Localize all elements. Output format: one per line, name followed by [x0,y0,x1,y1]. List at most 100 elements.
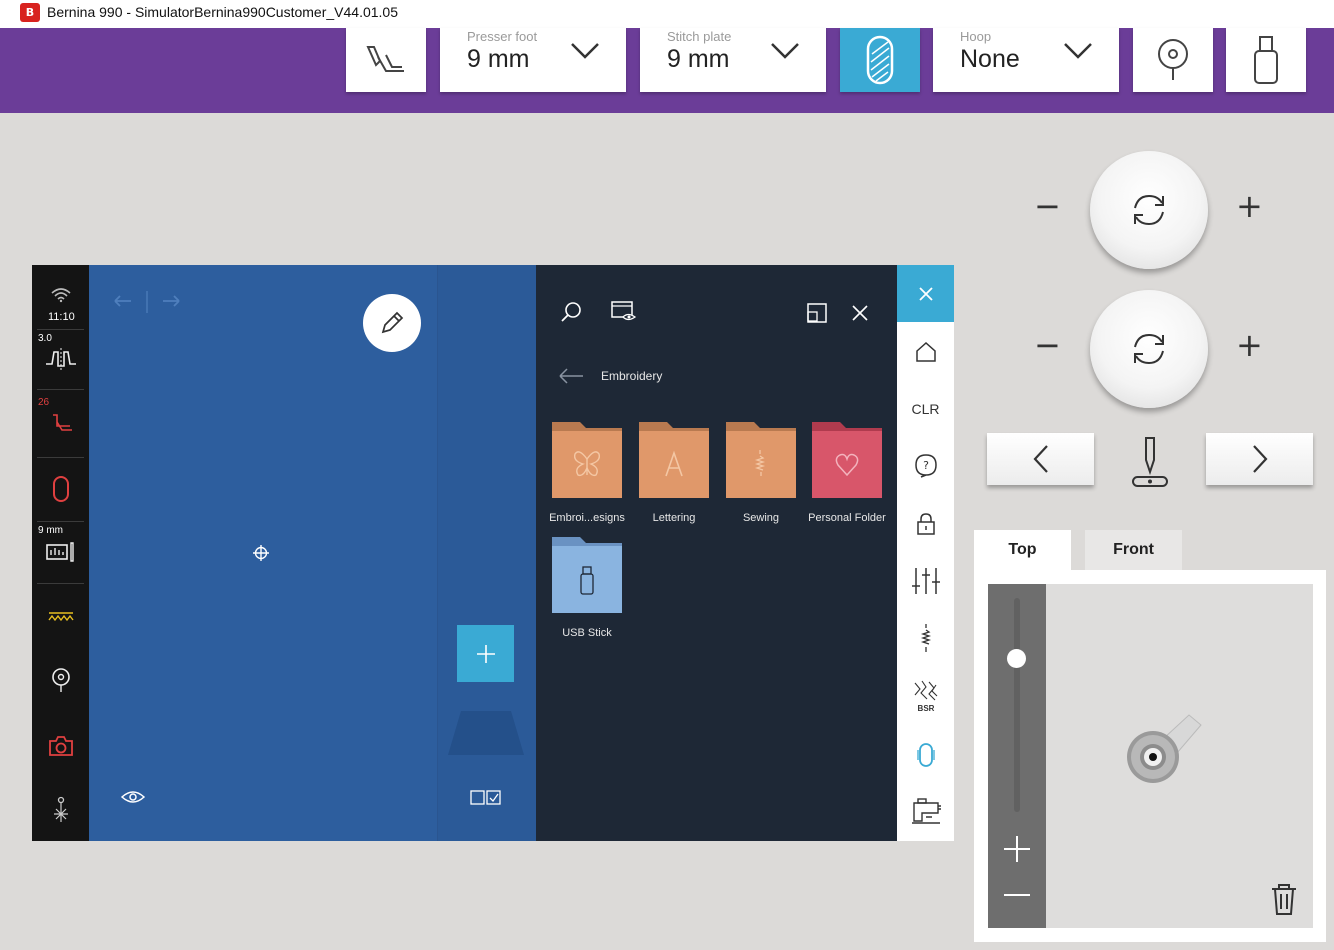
plus-icon[interactable]: + [1236,187,1263,225]
plus-icon[interactable]: + [1236,326,1263,364]
stitch-width-knob[interactable] [1090,151,1208,269]
camera-icon[interactable] [32,731,89,761]
search-icon[interactable] [561,301,583,323]
folder-label: Personal Folder [808,512,886,524]
divider [37,583,84,584]
usb-button[interactable] [1226,28,1306,92]
preview-window-icon[interactable] [611,301,637,323]
folder-label: USB Stick [562,627,612,639]
divider [37,457,84,458]
presser-foot-caption: Presser foot [467,29,538,44]
wifi-icon [32,285,89,305]
minus-icon[interactable]: − [1034,187,1061,225]
folder-usb-stick[interactable]: USB Stick [550,535,624,639]
folder-personal[interactable]: Personal Folder [808,420,886,524]
file-browser-panel: Embroidery Embroi...esigns Lettering Sew… [536,265,897,841]
close-icon[interactable] [852,305,868,321]
chevron-down-icon [1064,43,1092,59]
presser-foot-icon [366,46,404,72]
lock-icon [916,513,935,535]
folder-icon [552,537,622,613]
settings-button[interactable] [897,561,954,601]
help-button[interactable]: ? [897,446,954,486]
folder-sewing[interactable]: Sewing [724,420,798,524]
clr-button[interactable]: CLR [897,389,954,429]
edit-pencil-button[interactable] [363,294,421,352]
zoom-in-icon[interactable] [1003,835,1031,863]
window-title-bar: B Bernina 990 - SimulatorBernina990Custo… [0,0,1334,28]
machine-screen: 11:10 3.0 26 9 mm Embroidery Embroi...es… [32,265,954,841]
divider [37,389,84,390]
folder-icon [812,422,882,498]
bsr-button[interactable]: BSR [897,676,954,716]
folder-label: Sewing [742,512,780,524]
add-design-button[interactable] [457,625,514,682]
minus-icon[interactable]: − [1034,326,1061,364]
folder-label: Embroi...esigns [549,512,625,524]
folder-label: Lettering [652,512,696,524]
function-bar: CLR ? BSR [897,265,954,841]
undo-redo-icon[interactable] [111,291,183,313]
hoop-status-icon[interactable] [32,473,89,505]
breadcrumb: Embroidery [601,369,663,383]
stitch-plate-icon[interactable] [32,539,89,565]
layers-strip [437,265,537,841]
bobbin-button[interactable] [1133,28,1213,92]
maximize-icon[interactable] [807,303,827,323]
presser-foot-value: 9 mm [467,45,530,73]
feed-dog-icon[interactable] [32,605,89,627]
stitch-tutorial-button[interactable] [897,618,954,658]
usb-stick-icon [1254,36,1278,84]
tension-value: 3.0 [38,333,52,344]
machine-mode-button[interactable] [897,791,954,831]
thread-tension-icon[interactable] [32,345,89,375]
plus-icon [476,644,495,663]
folder-icon [639,422,709,498]
bsr-icon: BSR [914,680,937,713]
hoop-dropdown[interactable]: Hoop None [933,28,1119,92]
previous-button[interactable] [987,433,1094,485]
next-button[interactable] [1206,433,1313,485]
hoop-caption: Hoop [960,29,992,44]
back-arrow-icon[interactable] [558,368,584,384]
pencil-icon [381,311,404,334]
hoop-icon [916,743,935,767]
embroidery-mode-button[interactable] [840,28,920,92]
stitch-plate-value: 9 mm [667,45,730,73]
zoom-slider-handle[interactable] [1007,649,1026,668]
needle-stop-icon[interactable] [1130,436,1170,490]
eye-icon[interactable] [121,789,145,805]
trash-icon[interactable] [1270,882,1298,916]
embroidery-mode-indicator[interactable] [897,735,954,775]
presser-foot-dropdown[interactable]: Presser foot 9 mm [440,28,626,92]
presser-foot-status-icon[interactable] [32,411,89,437]
sewing-machine-icon [911,798,941,824]
divider [37,521,84,522]
selection-toggle-icon[interactable] [470,790,502,806]
close-panel-button[interactable] [897,265,954,322]
chevron-right-icon [1252,445,1267,473]
tab-top[interactable]: Top [974,530,1071,570]
folder-icon [726,422,796,498]
svg-text:BSR: BSR [917,704,934,713]
zoom-slider[interactable] [988,584,1046,928]
home-icon [915,341,936,362]
tab-front[interactable]: Front [1085,530,1182,570]
stitch-icon [920,624,931,652]
close-icon [918,286,933,301]
chevron-down-icon [771,43,799,59]
needle-position-icon[interactable] [32,795,89,825]
folder-lettering[interactable]: Lettering [637,420,711,524]
home-button[interactable] [897,332,954,372]
bobbin-status-icon[interactable] [32,665,89,695]
machine-view-panel [974,570,1326,942]
stitch-length-knob[interactable] [1090,290,1208,408]
chevron-down-icon [571,43,599,59]
folder-embroidery-designs[interactable]: Embroi...esigns [549,420,625,524]
lock-button[interactable] [897,504,954,544]
stitch-plate-dropdown[interactable]: Stitch plate 9 mm [640,28,826,92]
presser-foot-button[interactable] [346,28,426,92]
zoom-out-icon[interactable] [1003,881,1031,909]
chevron-left-icon [1033,445,1048,473]
rotate-icon [1134,194,1164,226]
